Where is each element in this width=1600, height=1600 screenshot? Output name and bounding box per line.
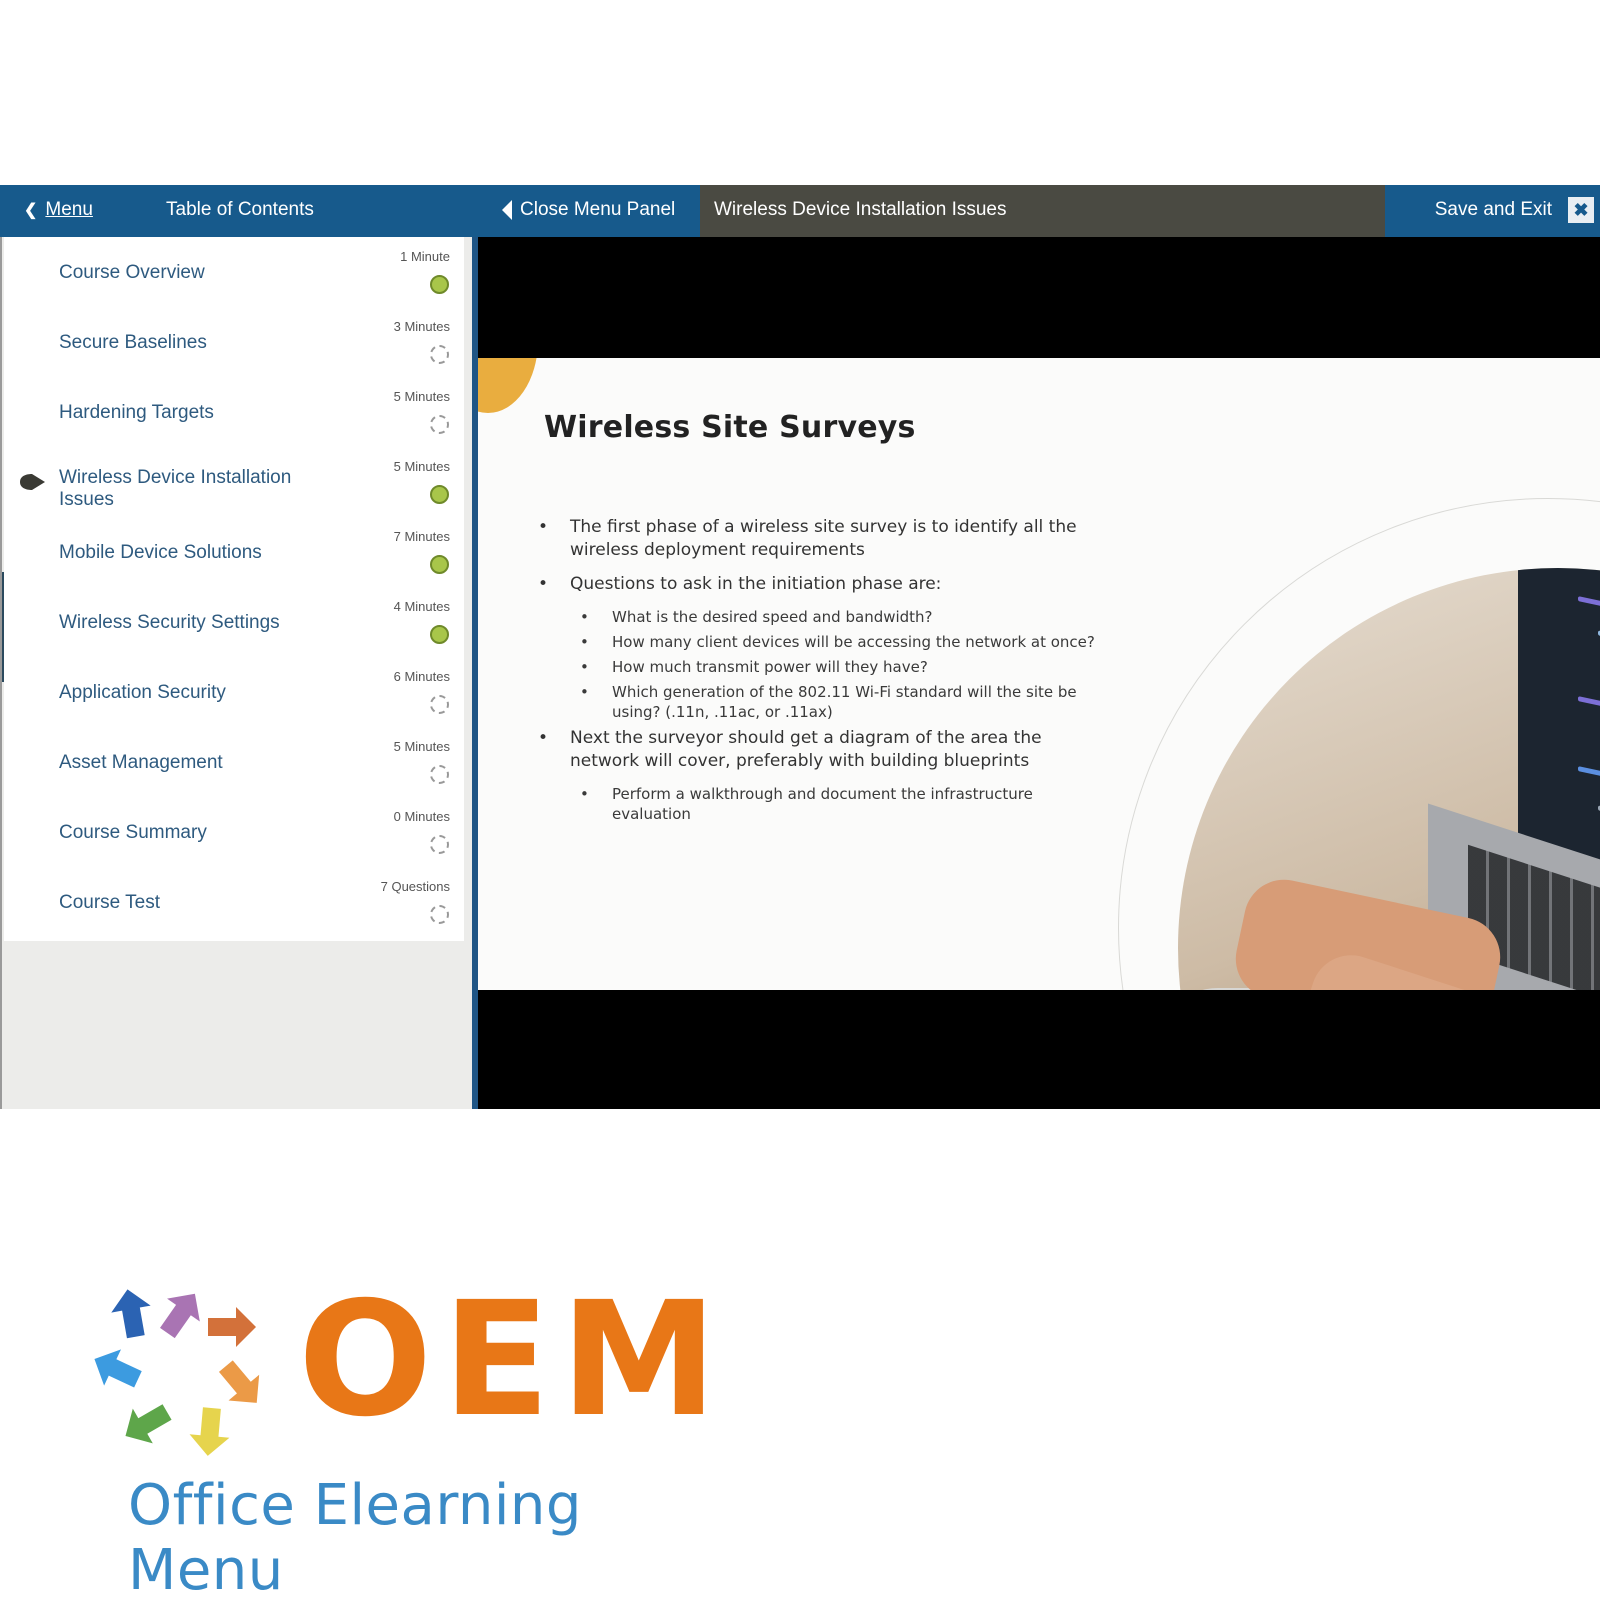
slide-title: Wireless Site Surveys	[544, 410, 916, 445]
toc-item[interactable]: Hardening Targets 5 Minutes	[4, 377, 464, 447]
toc-item-label: Mobile Device Solutions	[59, 542, 262, 563]
toc-item[interactable]: Wireless Security Settings 4 Minutes	[4, 587, 464, 657]
toc-item[interactable]: Wireless Device Installation Issues 5 Min…	[4, 447, 464, 517]
toc-item-label: Course Summary	[59, 822, 207, 843]
caret-left-icon	[502, 200, 512, 220]
toc-item-duration: 0 Minutes	[393, 809, 450, 824]
slide-bullet: The first phase of a wireless site surve…	[538, 516, 1098, 562]
arrow-orange-dark	[208, 1307, 256, 1347]
toc-item[interactable]: Application Security 6 Minutes	[4, 657, 464, 727]
table-of-contents-heading: Table of Contents	[166, 199, 314, 220]
not-started-status-icon	[430, 765, 449, 784]
toc-item-duration: 5 Minutes	[393, 459, 450, 474]
toc-item[interactable]: Course Test 7 Questions	[4, 867, 464, 937]
close-icon[interactable]: ✖	[1568, 197, 1594, 223]
toc-item-label: Wireless Device Installation Issues	[59, 467, 292, 510]
completed-status-icon	[430, 625, 449, 644]
not-started-status-icon	[430, 835, 449, 854]
toc-item-label: Secure Baselines	[59, 332, 207, 353]
toc-item-duration: 7 Minutes	[393, 529, 450, 544]
code-line	[1578, 596, 1600, 627]
menu-panel-header: ❮ Menu Table of Contents Close Menu Pane…	[0, 185, 700, 237]
chevron-left-icon: ❮	[24, 202, 38, 219]
code-line	[1578, 766, 1600, 789]
slide: Wireless Site Surveys The first phase of…	[478, 358, 1600, 990]
toc-list: Course Overview 1 Minute Secure Baselines 3…	[4, 237, 464, 941]
toc-item-label: Course Overview	[59, 262, 205, 283]
arrows-cycle-icon	[94, 1289, 260, 1456]
arrow-yellow	[189, 1407, 230, 1456]
logo-tagline: Office Elearning Menu	[128, 1473, 582, 1600]
toc-item-label: Wireless Security Settings	[59, 612, 280, 633]
menu-link[interactable]: ❮ Menu	[24, 199, 93, 221]
close-menu-panel-label: Close Menu Panel	[520, 199, 676, 220]
toc-item-label: Application Security	[59, 682, 226, 703]
toc-item-duration: 1 Minute	[400, 249, 450, 264]
arrow-light-blue	[94, 1349, 142, 1388]
slide-bullets: The first phase of a wireless site surve…	[538, 516, 1098, 829]
slide-bullet: Questions to ask in the initiation phase…	[538, 573, 1098, 596]
current-lesson-title-bar: Wireless Device Installation Issues	[700, 185, 1385, 237]
toc-item-label: Hardening Targets	[59, 402, 214, 423]
close-menu-panel-button[interactable]: Close Menu Panel	[502, 199, 675, 221]
arrow-green	[125, 1404, 172, 1444]
top-bar: ❮ Menu Table of Contents Close Menu Pane…	[0, 185, 1600, 237]
toc-item-label: Course Test	[59, 892, 161, 913]
toc-item[interactable]: Secure Baselines 3 Minutes	[4, 307, 464, 377]
toc-item-duration: 7 Questions	[380, 879, 450, 894]
arrow-dark-blue	[111, 1289, 151, 1339]
current-item-marker-icon	[20, 474, 45, 490]
toc-item-duration: 3 Minutes	[393, 319, 450, 334]
slide-sub-bullet: What is the desired speed and bandwidth?	[538, 607, 1098, 627]
toc-sidebar: Course Overview 1 Minute Secure Baselines 3…	[0, 237, 476, 1109]
oem-logo: OEM Office Elearning Menu	[80, 1268, 740, 1600]
slide-sub-bullet: How many client devices will be accessin…	[538, 632, 1098, 652]
code-line	[1578, 696, 1600, 748]
current-lesson-title: Wireless Device Installation Issues	[714, 199, 1007, 220]
arrow-orange-light	[218, 1360, 260, 1403]
toc-item-duration: 4 Minutes	[393, 599, 450, 614]
toc-item-duration: 6 Minutes	[393, 669, 450, 684]
slide-sub-bullet: How much transmit power will they have?	[538, 657, 1098, 677]
slide-sub-bullet: Which generation of the 802.11 Wi-Fi sta…	[538, 682, 1098, 722]
slide-sub-bullet: Perform a walkthrough and document the i…	[538, 784, 1098, 824]
save-and-exit-button[interactable]: Save and Exit	[1435, 199, 1552, 221]
not-started-status-icon	[430, 905, 449, 924]
arrow-purple	[160, 1293, 200, 1339]
toc-item[interactable]: Mobile Device Solutions 7 Minutes	[4, 517, 464, 587]
completed-status-icon	[430, 555, 449, 574]
toc-item[interactable]: Course Overview 1 Minute	[4, 237, 464, 307]
toc-item-duration: 5 Minutes	[393, 389, 450, 404]
toc-item[interactable]: Asset Management 5 Minutes	[4, 727, 464, 797]
not-started-status-icon	[430, 695, 449, 714]
logo-wordmark: OEM	[298, 1268, 728, 1452]
not-started-status-icon	[430, 415, 449, 434]
toc-item-duration: 5 Minutes	[393, 739, 450, 754]
toc-item-label: Asset Management	[59, 752, 223, 773]
completed-status-icon	[430, 275, 449, 294]
completed-status-icon	[430, 485, 449, 504]
save-exit-area: Save and Exit ✖	[1385, 185, 1600, 237]
not-started-status-icon	[430, 345, 449, 364]
slide-bullet: Next the surveyor should get a diagram o…	[538, 727, 1098, 773]
decorative-orb	[478, 358, 538, 413]
menu-label: Menu	[45, 199, 93, 220]
toc-item[interactable]: Course Summary 0 Minutes	[4, 797, 464, 867]
